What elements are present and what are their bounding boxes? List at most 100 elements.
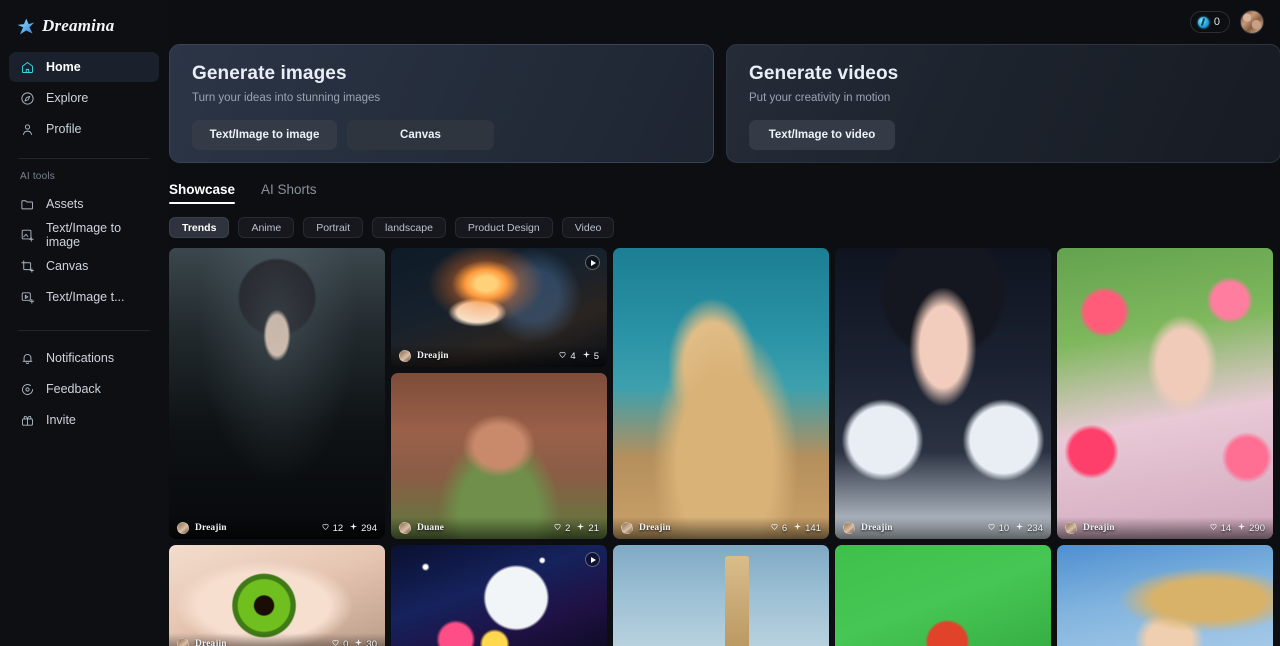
sidebar-item-text-image-to-video[interactable]: Text/Image t...: [9, 282, 159, 312]
spark-value: 234: [1027, 522, 1043, 534]
chip-landscape[interactable]: landscape: [372, 217, 446, 238]
play-icon[interactable]: [585, 552, 600, 567]
like-count[interactable]: 0: [331, 638, 348, 646]
tile-meta: Dreajin 10 234: [835, 517, 1051, 539]
gallery-tile[interactable]: Dreajin 12 294: [169, 248, 385, 539]
hero-cards: Generate images Turn your ideas into stu…: [169, 44, 1280, 163]
author-name: Dreajin: [1083, 523, 1115, 533]
generate-images-actions: Text/Image to image Canvas: [192, 120, 693, 150]
like-value: 14: [1220, 522, 1232, 534]
gothic-portrait-woman-in-black-veil: [169, 248, 385, 539]
author-avatar[interactable]: [1065, 522, 1077, 534]
heart-icon: [558, 350, 567, 362]
heart-icon: [321, 522, 330, 534]
spark-value: 21: [588, 522, 599, 534]
sidebar-item-label: Feedback: [46, 382, 101, 396]
chip-anime[interactable]: Anime: [238, 217, 295, 238]
author-avatar[interactable]: [621, 522, 633, 534]
sidebar-item-assets[interactable]: Assets: [9, 189, 159, 219]
sidebar-item-profile[interactable]: Profile: [9, 114, 159, 144]
spark-count[interactable]: 141: [793, 522, 821, 534]
heart-icon: [987, 522, 996, 534]
chip-product-design[interactable]: Product Design: [454, 217, 553, 238]
sparkle-icon: [1015, 522, 1024, 534]
like-count[interactable]: 2: [553, 522, 570, 534]
author-avatar[interactable]: [843, 522, 855, 534]
sidebar-item-invite[interactable]: Invite: [9, 405, 159, 435]
spark-count[interactable]: 294: [349, 522, 377, 534]
spark-count[interactable]: 290: [1237, 522, 1265, 534]
sidebar-section-label: AI tools: [20, 171, 55, 182]
sidebar-item-label: Text/Image to image: [46, 221, 122, 249]
like-value: 10: [998, 522, 1010, 534]
generate-images-subtitle: Turn your ideas into stunning images: [192, 92, 381, 104]
like-value: 0: [343, 638, 349, 646]
gallery-tile[interactable]: Dreajin 14 290: [1057, 248, 1273, 539]
gallery-tile[interactable]: [835, 545, 1051, 646]
author-avatar[interactable]: [399, 350, 411, 362]
video-plus-icon: [20, 290, 35, 305]
play-icon[interactable]: [585, 255, 600, 270]
author-name: Dreajin: [861, 523, 893, 533]
woman-in-pink-dress-in-tulip-field: [1057, 248, 1273, 539]
sidebar-item-label: Assets: [46, 197, 84, 211]
author-avatar[interactable]: [177, 638, 189, 646]
spark-count[interactable]: 5: [582, 350, 599, 362]
tile-meta: Dreajin 6 141: [613, 517, 829, 539]
folder-icon: [20, 197, 35, 212]
tab-ai-shorts[interactable]: AI Shorts: [261, 182, 317, 204]
gallery-tile[interactable]: [391, 545, 607, 646]
gallery-column: Dreajin 4 5 Duane 2 21: [391, 248, 607, 646]
home-icon: [20, 60, 35, 75]
like-count[interactable]: 6: [770, 522, 787, 534]
like-value: 6: [781, 522, 788, 534]
gallery-tile[interactable]: Dreajin 0 30: [169, 545, 385, 646]
spark-count[interactable]: 234: [1015, 522, 1043, 534]
sidebar-item-notifications[interactable]: Notifications: [9, 343, 159, 373]
sidebar-item-canvas[interactable]: Canvas: [9, 251, 159, 281]
miniature-taj-mahal-model: [391, 373, 607, 539]
sidebar-item-home[interactable]: Home: [9, 52, 159, 82]
gift-icon: [20, 413, 35, 428]
canvas-frame-icon: [20, 259, 35, 274]
sidebar-item-feedback[interactable]: Feedback: [9, 374, 159, 404]
chip-portrait[interactable]: Portrait: [303, 217, 364, 238]
like-count[interactable]: 14: [1209, 522, 1232, 534]
sidebar-item-text-image-to-image[interactable]: Text/Image to image: [9, 220, 159, 250]
tile-meta: Dreajin 12 294: [169, 517, 385, 539]
gallery-column: Dreajin 12 294 Dreajin 0 30: [169, 248, 385, 646]
generate-videos-card: Generate videos Put your creativity in m…: [726, 44, 1280, 163]
credits-count: 0: [1213, 16, 1220, 28]
brand-logo[interactable]: Dreamina: [9, 0, 159, 52]
sidebar-item-label: Profile: [46, 122, 82, 136]
tall-wooden-tower-against-blue-sky: [613, 545, 829, 646]
sidebar-item-label: Text/Image t...: [46, 290, 125, 304]
gallery-tile[interactable]: Dreajin 10 234: [835, 248, 1051, 539]
spark-count[interactable]: 21: [576, 522, 599, 534]
gallery-tile[interactable]: [1057, 545, 1273, 646]
sparkle-icon: [576, 522, 585, 534]
credits-badge[interactable]: 0: [1189, 11, 1230, 33]
gallery-tile[interactable]: Dreajin 6 141: [613, 248, 829, 539]
like-count[interactable]: 4: [558, 350, 576, 362]
like-count[interactable]: 10: [987, 522, 1010, 534]
author-avatar[interactable]: [399, 522, 411, 534]
sidebar-item-label: Invite: [46, 413, 76, 427]
canvas-button[interactable]: Canvas: [347, 120, 494, 150]
like-count[interactable]: 12: [321, 522, 343, 534]
author-avatar[interactable]: [177, 522, 189, 534]
text-image-to-image-button[interactable]: Text/Image to image: [192, 120, 337, 150]
text-image-to-video-button[interactable]: Text/Image to video: [749, 120, 895, 150]
sidebar-item-explore[interactable]: Explore: [9, 83, 159, 113]
gallery-tile[interactable]: Dreajin 4 5: [391, 248, 607, 367]
chip-video[interactable]: Video: [561, 217, 615, 238]
tab-showcase[interactable]: Showcase: [169, 182, 236, 204]
user-avatar[interactable]: [1240, 10, 1264, 34]
gallery-tile[interactable]: Duane 2 21: [391, 373, 607, 539]
spark-count[interactable]: 30: [354, 638, 377, 646]
gallery-tile[interactable]: [613, 545, 829, 646]
chip-trends[interactable]: Trends: [169, 217, 230, 238]
gallery-column: Dreajin 6 141: [613, 248, 829, 646]
generate-images-title: Generate images: [192, 63, 347, 84]
